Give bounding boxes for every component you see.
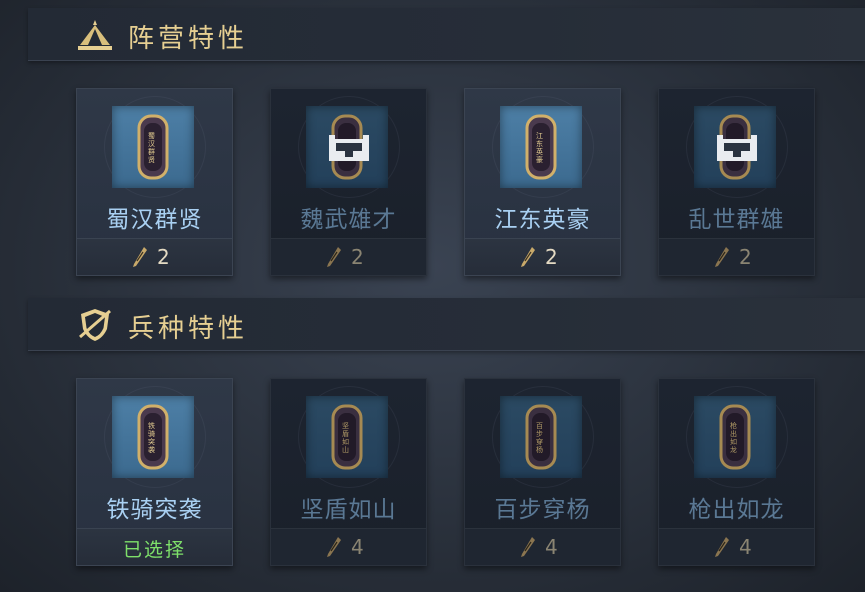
troop-card-jiandun[interactable]: 坚盾如山 坚盾如山 4 [270, 378, 427, 566]
faction-name: 乱世群雄 [688, 207, 785, 233]
troop-card-baibu[interactable]: 百步穿杨 百步穿杨 4 [464, 378, 621, 566]
faction-name: 蜀汉群贤 [106, 207, 203, 233]
emblem-text: 坚盾如山 [342, 422, 349, 454]
cost-value: 4 [545, 535, 558, 559]
emblem-text: 江东英豪 [536, 132, 543, 164]
quill-token-icon [327, 247, 341, 267]
faction-name: 江东英豪 [494, 207, 591, 233]
shield-icon [79, 309, 111, 341]
cost-bar: 2 [271, 238, 426, 275]
cost-value: 2 [545, 245, 558, 269]
faction-name: 魏武雄才 [300, 207, 397, 233]
cost-bar: 2 [465, 238, 620, 275]
faction-card-luanshi[interactable]: 乱世群雄 2 [658, 88, 815, 276]
faction-emblem: 蜀汉群贤 [112, 106, 194, 188]
faction-card-weiwu[interactable]: 魏武雄才 2 [270, 88, 427, 276]
cost-bar: 4 [271, 528, 426, 565]
troop-section-header: 兵种特性 [28, 298, 865, 351]
emblem-text: 蜀汉群贤 [148, 132, 155, 164]
troop-name: 百步穿杨 [494, 497, 591, 523]
status-bar: 已选择 [77, 528, 232, 565]
quill-token-icon [715, 537, 729, 557]
troop-emblem: 铁骑突袭 [112, 396, 194, 478]
cost-bar: 4 [659, 528, 814, 565]
troop-emblem: 百步穿杨 [500, 396, 582, 478]
cost-value: 4 [351, 535, 364, 559]
troop-emblem: 枪出如龙 [694, 396, 776, 478]
quill-token-icon [327, 537, 341, 557]
faction-card-shuhan[interactable]: 蜀汉群贤 蜀汉群贤 2 [76, 88, 233, 276]
cost-bar: 2 [77, 238, 232, 275]
cost-bar: 2 [659, 238, 814, 275]
cost-value: 2 [351, 245, 364, 269]
cost-bar: 4 [465, 528, 620, 565]
troop-name: 坚盾如山 [300, 497, 397, 523]
cost-value: 2 [739, 245, 752, 269]
troop-emblem: 坚盾如山 [306, 396, 388, 478]
cost-value: 2 [157, 245, 170, 269]
lock-icon [717, 135, 757, 161]
lock-icon [329, 135, 369, 161]
tent-icon [78, 20, 112, 50]
emblem-text: 枪出如龙 [730, 422, 737, 454]
quill-token-icon [715, 247, 729, 267]
selected-status: 已选择 [122, 539, 186, 561]
faction-section-header: 阵营特性 [28, 8, 865, 61]
faction-emblem: 江东英豪 [500, 106, 582, 188]
troop-name: 枪出如龙 [688, 497, 785, 523]
quill-token-icon [133, 247, 147, 267]
troop-section-title: 兵种特性 [128, 314, 249, 344]
faction-card-jiangdong[interactable]: 江东英豪 江东英豪 2 [464, 88, 621, 276]
faction-section-title: 阵营特性 [128, 24, 249, 54]
troop-name: 铁骑突袭 [106, 497, 203, 523]
troop-card-tieqi[interactable]: 铁骑突袭 铁骑突袭 已选择 [76, 378, 233, 566]
quill-token-icon [521, 537, 535, 557]
cost-value: 4 [739, 535, 752, 559]
emblem-text: 百步穿杨 [536, 422, 543, 454]
quill-token-icon [521, 247, 535, 267]
emblem-text: 铁骑突袭 [148, 422, 155, 454]
troop-card-qiangchu[interactable]: 枪出如龙 枪出如龙 4 [658, 378, 815, 566]
